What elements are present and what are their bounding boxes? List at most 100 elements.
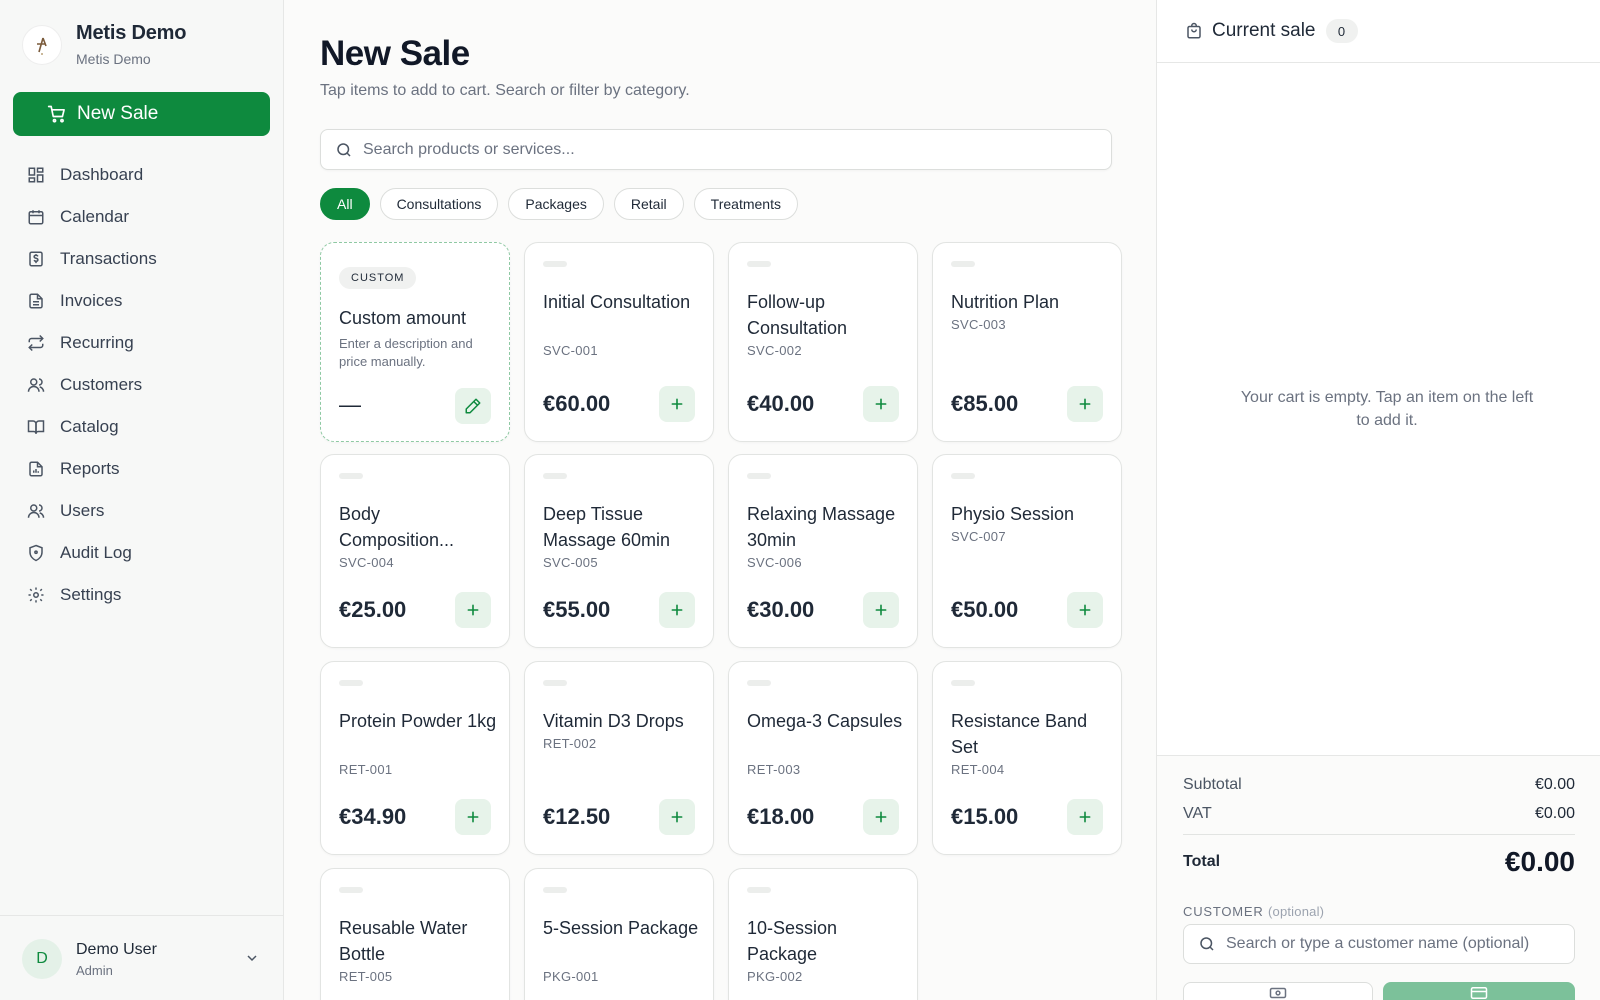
product-sku: SVC-003 bbox=[951, 317, 1006, 332]
plus-icon bbox=[671, 604, 683, 616]
product-card-ret-003[interactable]: Omega-3 Capsules RET-003 €18.00 bbox=[728, 661, 918, 855]
add-to-cart-button[interactable] bbox=[659, 592, 695, 628]
cart-empty-message: Your cart is empty. Tap an item on the l… bbox=[1240, 389, 1534, 429]
pay-cash-button[interactable] bbox=[1183, 982, 1373, 1000]
customer-search[interactable] bbox=[1183, 924, 1575, 964]
category-filters: All Consultations Packages Retail Treatm… bbox=[320, 188, 808, 220]
add-to-cart-button[interactable] bbox=[659, 799, 695, 835]
product-card-ret-001[interactable]: Protein Powder 1kg RET-001 €34.90 bbox=[320, 661, 510, 855]
add-to-cart-button[interactable] bbox=[1067, 386, 1103, 422]
sidebar-item-calendar[interactable]: Calendar bbox=[0, 196, 284, 238]
avatar: D bbox=[22, 939, 62, 979]
category-placeholder bbox=[951, 261, 975, 267]
product-card-pkg-002[interactable]: 10-Session Package PKG-002 bbox=[728, 868, 918, 1000]
user-menu[interactable]: D Demo User Admin bbox=[0, 915, 284, 1000]
custom-badge: CUSTOM bbox=[339, 267, 417, 289]
add-to-cart-button[interactable] bbox=[659, 386, 695, 422]
add-to-cart-button[interactable] bbox=[1067, 799, 1103, 835]
sidebar-item-label: Dashboard bbox=[60, 165, 144, 184]
product-sku: SVC-005 bbox=[543, 555, 598, 570]
product-card-svc-004[interactable]: Body Composition... SVC-004 €25.00 bbox=[320, 454, 510, 648]
filter-packages[interactable]: Packages bbox=[508, 188, 604, 220]
sidebar-item-recurring[interactable]: Recurring bbox=[0, 322, 284, 364]
pencil-icon bbox=[465, 398, 481, 414]
filter-consultations[interactable]: Consultations bbox=[379, 188, 499, 220]
add-to-cart-button[interactable] bbox=[863, 592, 899, 628]
sidebar-item-label: Reports bbox=[60, 459, 120, 478]
product-card-svc-002[interactable]: Follow-up Consultation SVC-002 €40.00 bbox=[728, 242, 918, 442]
user-role: Admin bbox=[76, 963, 113, 978]
product-price: €15.00 bbox=[951, 804, 1019, 829]
shield-icon bbox=[26, 543, 46, 563]
customer-search-input[interactable] bbox=[1226, 935, 1556, 953]
filter-treatments[interactable]: Treatments bbox=[693, 188, 798, 220]
add-to-cart-button[interactable] bbox=[455, 592, 491, 628]
product-sku: RET-004 bbox=[951, 762, 1005, 777]
add-to-cart-button[interactable] bbox=[1067, 592, 1103, 628]
plus-icon bbox=[1079, 604, 1091, 616]
category-placeholder bbox=[747, 261, 771, 267]
sidebar-item-customers[interactable]: Customers bbox=[0, 364, 284, 406]
chevron-down-icon[interactable] bbox=[244, 950, 260, 971]
plus-icon bbox=[875, 398, 887, 410]
product-card-ret-004[interactable]: Resistance Band Set RET-004 €15.00 bbox=[932, 661, 1122, 855]
add-to-cart-button[interactable] bbox=[863, 799, 899, 835]
product-sku: PKG-001 bbox=[543, 969, 599, 984]
product-sku: RET-001 bbox=[339, 762, 393, 777]
shopping-bag-icon bbox=[1185, 22, 1203, 40]
sidebar-item-users[interactable]: Users bbox=[0, 490, 284, 532]
sidebar-nav: Dashboard Calendar Transactions Invoices… bbox=[0, 154, 284, 616]
cart-panel: Current sale 0 Your cart is empty. Tap a… bbox=[1156, 0, 1600, 1000]
category-placeholder bbox=[543, 887, 567, 893]
invoices-icon bbox=[26, 291, 46, 311]
category-placeholder bbox=[543, 261, 567, 267]
search-icon bbox=[1198, 935, 1216, 953]
brand[interactable]: Metis Demo Metis Demo bbox=[22, 22, 186, 67]
product-search[interactable] bbox=[320, 129, 1112, 170]
product-name: 5-Session Package bbox=[543, 918, 699, 938]
cart-count-badge: 0 bbox=[1325, 19, 1358, 43]
sidebar-item-label: Settings bbox=[60, 585, 122, 604]
add-to-cart-button[interactable] bbox=[455, 799, 491, 835]
pay-card-button[interactable] bbox=[1383, 982, 1575, 1000]
product-card-pkg-001[interactable]: 5-Session Package PKG-001 bbox=[524, 868, 714, 1000]
product-sku: RET-003 bbox=[747, 762, 801, 777]
custom-amount-card[interactable]: CUSTOM Custom amount Enter a description… bbox=[320, 242, 510, 442]
sidebar-item-reports[interactable]: Reports bbox=[0, 448, 284, 490]
page-title: New Sale bbox=[320, 34, 470, 73]
transactions-icon bbox=[26, 249, 46, 269]
sidebar-item-invoices[interactable]: Invoices bbox=[0, 280, 284, 322]
sidebar-item-audit-log[interactable]: Audit Log bbox=[0, 532, 284, 574]
product-price: €12.50 bbox=[543, 804, 611, 829]
brand-subtitle: Metis Demo bbox=[76, 51, 151, 67]
brand-logo bbox=[22, 24, 62, 65]
sidebar-item-transactions[interactable]: Transactions bbox=[0, 238, 284, 280]
product-card-svc-005[interactable]: Deep Tissue Massage 60min SVC-005 €55.00 bbox=[524, 454, 714, 648]
product-card-svc-006[interactable]: Relaxing Massage 30min SVC-006 €30.00 bbox=[728, 454, 918, 648]
add-to-cart-button[interactable] bbox=[863, 386, 899, 422]
product-name: Follow-up Consultation bbox=[747, 292, 848, 338]
cart-title: Current sale bbox=[1212, 20, 1316, 41]
edit-button[interactable] bbox=[455, 388, 491, 424]
product-card-ret-002[interactable]: Vitamin D3 Drops RET-002 €12.50 bbox=[524, 661, 714, 855]
product-price: €60.00 bbox=[543, 391, 611, 416]
product-name: Protein Powder 1kg bbox=[339, 711, 497, 731]
product-card-svc-001[interactable]: Initial Consultation SVC-001 €60.00 bbox=[524, 242, 714, 442]
product-name: Initial Consultation bbox=[543, 292, 691, 312]
filter-retail[interactable]: Retail bbox=[613, 188, 684, 220]
product-card-svc-003[interactable]: Nutrition Plan SVC-003 €85.00 bbox=[932, 242, 1122, 442]
sidebar-item-dashboard[interactable]: Dashboard bbox=[0, 154, 284, 196]
filter-all[interactable]: All bbox=[320, 188, 370, 220]
search-input[interactable] bbox=[363, 140, 1063, 159]
product-card-svc-007[interactable]: Physio Session SVC-007 €50.00 bbox=[932, 454, 1122, 648]
product-price: €18.00 bbox=[747, 804, 815, 829]
sidebar-item-settings[interactable]: Settings bbox=[0, 574, 284, 616]
new-sale-button[interactable]: New Sale bbox=[13, 92, 270, 136]
plus-icon bbox=[671, 811, 683, 823]
user-name: Demo User bbox=[76, 941, 157, 958]
product-name: 10-Session Package bbox=[747, 918, 838, 964]
sidebar-item-catalog[interactable]: Catalog bbox=[0, 406, 284, 448]
product-card-ret-005[interactable]: Reusable Water Bottle RET-005 bbox=[320, 868, 510, 1000]
search-icon bbox=[335, 141, 353, 159]
reports-icon bbox=[26, 459, 46, 479]
